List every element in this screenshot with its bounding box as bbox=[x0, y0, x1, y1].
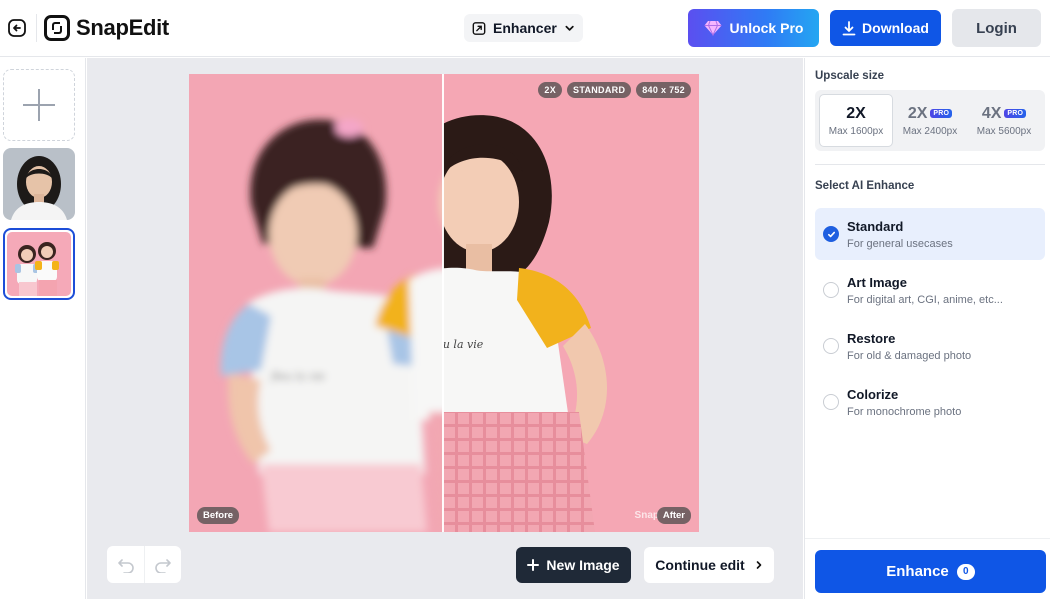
add-image-button[interactable] bbox=[3, 69, 75, 141]
scale-badge: 2X bbox=[538, 82, 563, 98]
option-title: Colorize bbox=[847, 387, 899, 402]
redo-button[interactable] bbox=[144, 546, 181, 583]
download-button[interactable]: Download bbox=[830, 10, 941, 46]
undo-icon bbox=[117, 558, 134, 573]
history-thumbnail-portrait[interactable] bbox=[3, 148, 75, 220]
expand-icon bbox=[472, 21, 486, 35]
continue-edit-label: Continue edit bbox=[655, 557, 745, 573]
enhance-label: Enhance bbox=[886, 563, 949, 580]
chevron-down-icon bbox=[565, 25, 574, 31]
tool-selector-label: Enhancer bbox=[493, 20, 557, 36]
before-label: Before bbox=[197, 507, 240, 524]
option-description: For digital art, CGI, anime, etc... bbox=[847, 294, 1003, 306]
image-info-badges: 2X STANDARD 840 x 752 bbox=[538, 82, 691, 98]
option-title: Standard bbox=[847, 219, 904, 234]
image-history-sidebar bbox=[0, 58, 86, 599]
option-title: Restore bbox=[847, 331, 896, 346]
radio-checked[interactable] bbox=[823, 226, 839, 242]
before-after-compare-view[interactable]: fleu la vie fleu la vie 2X STANDARD 840 … bbox=[189, 74, 699, 532]
continue-edit-button[interactable]: Continue edit bbox=[644, 547, 774, 583]
brand-logo[interactable]: SnapEdit bbox=[44, 14, 169, 42]
resolution-badge: 840 x 752 bbox=[636, 82, 691, 98]
enhance-option-colorize[interactable]: Colorize For monochrome photo bbox=[815, 376, 1045, 428]
plus-icon bbox=[23, 89, 55, 121]
new-image-button[interactable]: New Image bbox=[516, 547, 631, 583]
size-option-2x[interactable]: 2X Max 1600px bbox=[819, 94, 893, 147]
brand-name: SnapEdit bbox=[76, 15, 169, 40]
portrait-thumbnail-image bbox=[3, 148, 75, 220]
redo-icon bbox=[155, 558, 171, 573]
option-description: For old & damaged photo bbox=[847, 350, 972, 362]
exit-icon bbox=[8, 19, 26, 37]
login-button[interactable]: Login bbox=[952, 9, 1041, 47]
size-option-limit: Max 2400px bbox=[902, 125, 958, 137]
option-description: For general usecases bbox=[847, 238, 953, 250]
chevron-right-icon bbox=[756, 561, 762, 569]
check-icon bbox=[827, 231, 835, 237]
history-thumbnail-selected[interactable] bbox=[3, 228, 75, 300]
compare-slider-handle[interactable] bbox=[442, 74, 444, 532]
size-option-label: 2X bbox=[846, 104, 866, 122]
back-button[interactable] bbox=[6, 17, 28, 39]
after-label: After bbox=[656, 507, 691, 524]
upscale-size-selector: 2X Max 1600px 2X PRO Max 2400px 4X PRO Max… bbox=[815, 90, 1045, 151]
pro-badge: PRO bbox=[930, 109, 953, 118]
editor-canvas: fleu la vie fleu la vie 2X STANDARD 840 … bbox=[87, 58, 803, 599]
plus-icon bbox=[527, 559, 540, 571]
mode-badge: STANDARD bbox=[567, 82, 632, 98]
upscale-size-title: Upscale size bbox=[815, 70, 885, 82]
credit-count-badge: 0 bbox=[956, 563, 975, 580]
tool-selector-dropdown[interactable]: Enhancer bbox=[464, 14, 583, 42]
enhance-option-standard[interactable]: Standard For general usecases bbox=[815, 208, 1045, 260]
history-controls bbox=[107, 546, 181, 583]
ai-enhance-title: Select AI Enhance bbox=[815, 180, 915, 192]
undo-button[interactable] bbox=[107, 546, 144, 583]
size-option-label: 4X bbox=[981, 104, 1002, 122]
new-image-label: New Image bbox=[546, 557, 620, 573]
option-description: For monochrome photo bbox=[847, 406, 962, 418]
top-header: SnapEdit Enhancer Unlock Pro Download Lo… bbox=[0, 0, 1050, 57]
radio-unchecked[interactable] bbox=[823, 394, 839, 410]
size-option-4x-pro[interactable]: 4X PRO Max 5600px bbox=[967, 94, 1041, 147]
unlock-pro-button[interactable]: Unlock Pro bbox=[688, 9, 819, 47]
panel-divider bbox=[805, 538, 1050, 539]
option-title: Art Image bbox=[847, 275, 907, 290]
selected-thumbnail-image bbox=[7, 232, 71, 296]
unlock-pro-label: Unlock Pro bbox=[729, 20, 804, 36]
size-option-label: 2X bbox=[907, 104, 928, 122]
size-option-2x-pro[interactable]: 2X PRO Max 2400px bbox=[893, 94, 967, 147]
header-divider bbox=[36, 14, 37, 42]
size-option-limit: Max 5600px bbox=[976, 125, 1032, 137]
size-option-limit: Max 1600px bbox=[828, 125, 884, 137]
edited-photo: fleu la vie fleu la vie bbox=[189, 74, 699, 532]
enhance-button[interactable]: Enhance 0 bbox=[815, 550, 1046, 593]
radio-unchecked[interactable] bbox=[823, 282, 839, 298]
panel-divider bbox=[815, 164, 1045, 165]
enhance-settings-panel: Upscale size 2X Max 1600px 2X PRO Max 240… bbox=[804, 58, 1050, 599]
enhance-option-art-image[interactable]: Art Image For digital art, CGI, anime, e… bbox=[815, 264, 1045, 316]
snapedit-logo-icon bbox=[44, 15, 70, 41]
enhance-option-restore[interactable]: Restore For old & damaged photo bbox=[815, 320, 1045, 372]
radio-unchecked[interactable] bbox=[823, 338, 839, 354]
download-icon bbox=[842, 20, 856, 35]
diamond-icon bbox=[704, 20, 722, 36]
watermark-text: Snap bbox=[634, 510, 659, 521]
download-label: Download bbox=[862, 20, 929, 36]
pro-badge: PRO bbox=[1004, 109, 1027, 118]
svg-text:fleu la vie: fleu la vie bbox=[270, 370, 326, 383]
